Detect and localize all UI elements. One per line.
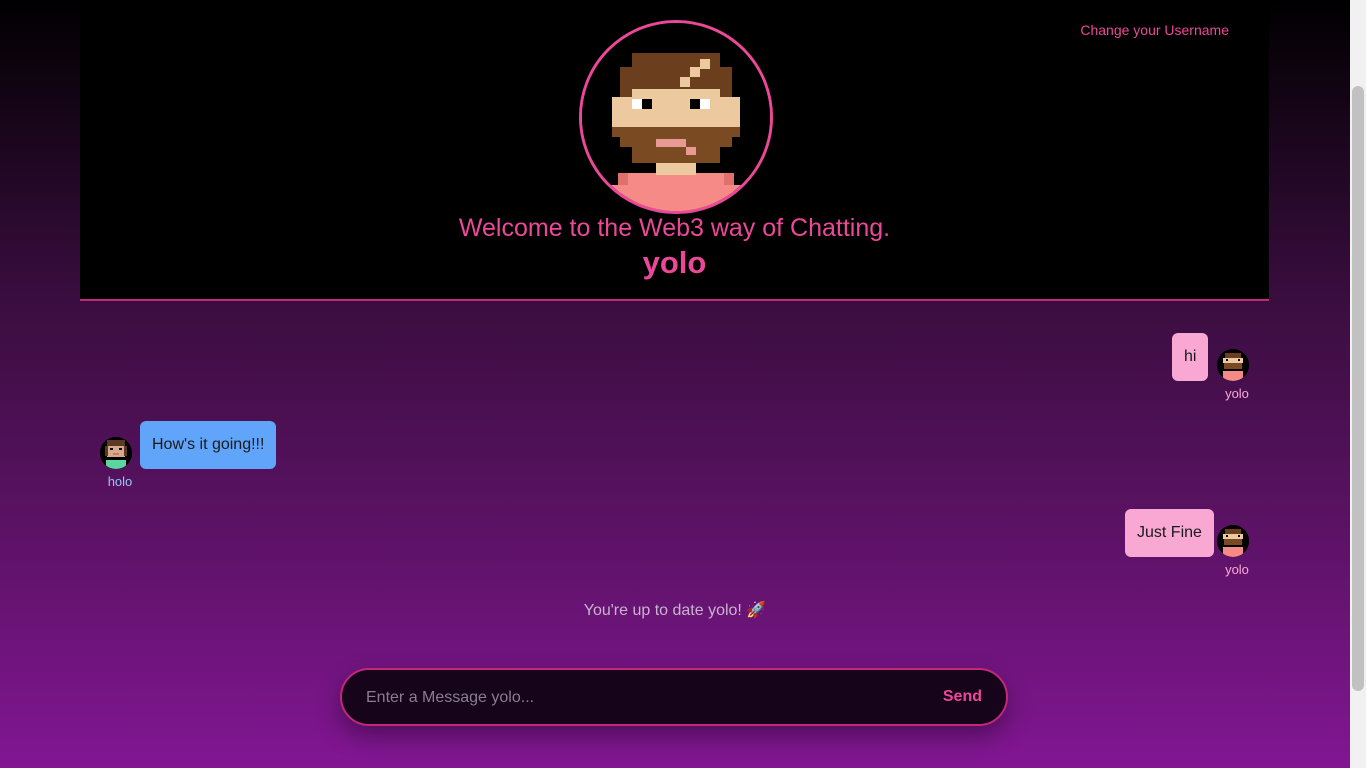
message-bubble: Just Fine: [1125, 509, 1214, 557]
message-bubble: How's it going!!!: [140, 421, 277, 469]
sender-avatar: [100, 437, 132, 469]
user-avatar-large: [579, 20, 773, 214]
scrollbar-thumb[interactable]: [1352, 86, 1364, 691]
sender-name: yolo: [1225, 562, 1249, 577]
up-to-date-status: You're up to date yolo! 🚀: [583, 602, 767, 619]
pixel-avatar-icon: [100, 437, 132, 469]
welcome-heading: Welcome to the Web3 way of Chatting.: [458, 214, 891, 242]
send-button[interactable]: Send: [943, 688, 982, 706]
message-input[interactable]: [364, 670, 928, 726]
sender-name: holo: [107, 474, 133, 489]
current-username: yolo: [642, 245, 707, 280]
pixel-avatar-icon: [1217, 349, 1249, 381]
sender-name: yolo: [1225, 386, 1249, 401]
message-composer: Send: [340, 668, 1008, 726]
pixel-avatar-icon: [1217, 525, 1249, 557]
sender-avatar: [1217, 525, 1249, 557]
change-username-link[interactable]: Change your Username: [1080, 22, 1229, 38]
chat-header: Change your Username Welcome to the Web3…: [80, 0, 1269, 301]
sender-avatar: [1217, 349, 1249, 381]
message-bubble: hi: [1172, 333, 1209, 381]
pixel-avatar-icon: [582, 23, 770, 211]
page-scrollbar[interactable]: [1350, 0, 1366, 768]
